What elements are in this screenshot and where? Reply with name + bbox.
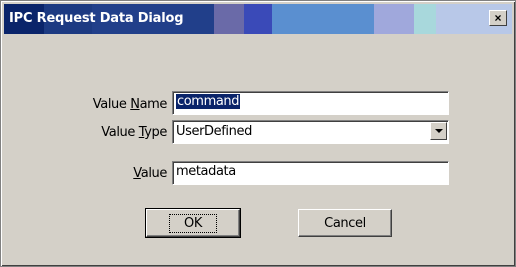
value-name-label: Value Name — [17, 97, 168, 112]
cancel-button-label: Cancel — [324, 215, 366, 231]
value-type-dropdown-button[interactable] — [430, 122, 447, 140]
value-name-input[interactable]: command — [172, 91, 449, 115]
ok-button-label: OK — [169, 213, 217, 233]
value-label: Value — [17, 166, 167, 181]
window-title: IPC Request Data Dialog — [9, 11, 184, 26]
value-name-label-accel: N — [130, 97, 140, 112]
value-name-text: command — [176, 94, 241, 109]
value-label-accel: V — [133, 166, 141, 181]
dialog-window: IPC Request Data Dialog × Value Name com… — [0, 0, 516, 267]
value-name-label-pre: Value — [92, 97, 131, 112]
value-text: metadata — [176, 164, 236, 179]
value-input[interactable]: metadata — [172, 161, 449, 185]
value-type-selected: UserDefined — [176, 124, 252, 139]
value-type-select[interactable]: UserDefined — [172, 120, 449, 144]
ok-button[interactable]: OK — [145, 208, 241, 238]
close-icon: × — [494, 11, 502, 25]
cancel-button[interactable]: Cancel — [298, 209, 392, 237]
value-type-label: Value Type — [17, 125, 167, 140]
title-bar[interactable]: IPC Request Data Dialog — [4, 4, 512, 34]
chevron-down-icon — [434, 129, 443, 133]
value-type-label-post: ype — [144, 125, 167, 140]
value-name-label-post: ame — [139, 97, 168, 112]
value-label-post: alue — [140, 166, 168, 181]
value-type-label-pre: Value — [101, 125, 139, 140]
close-button[interactable]: × — [489, 10, 507, 26]
